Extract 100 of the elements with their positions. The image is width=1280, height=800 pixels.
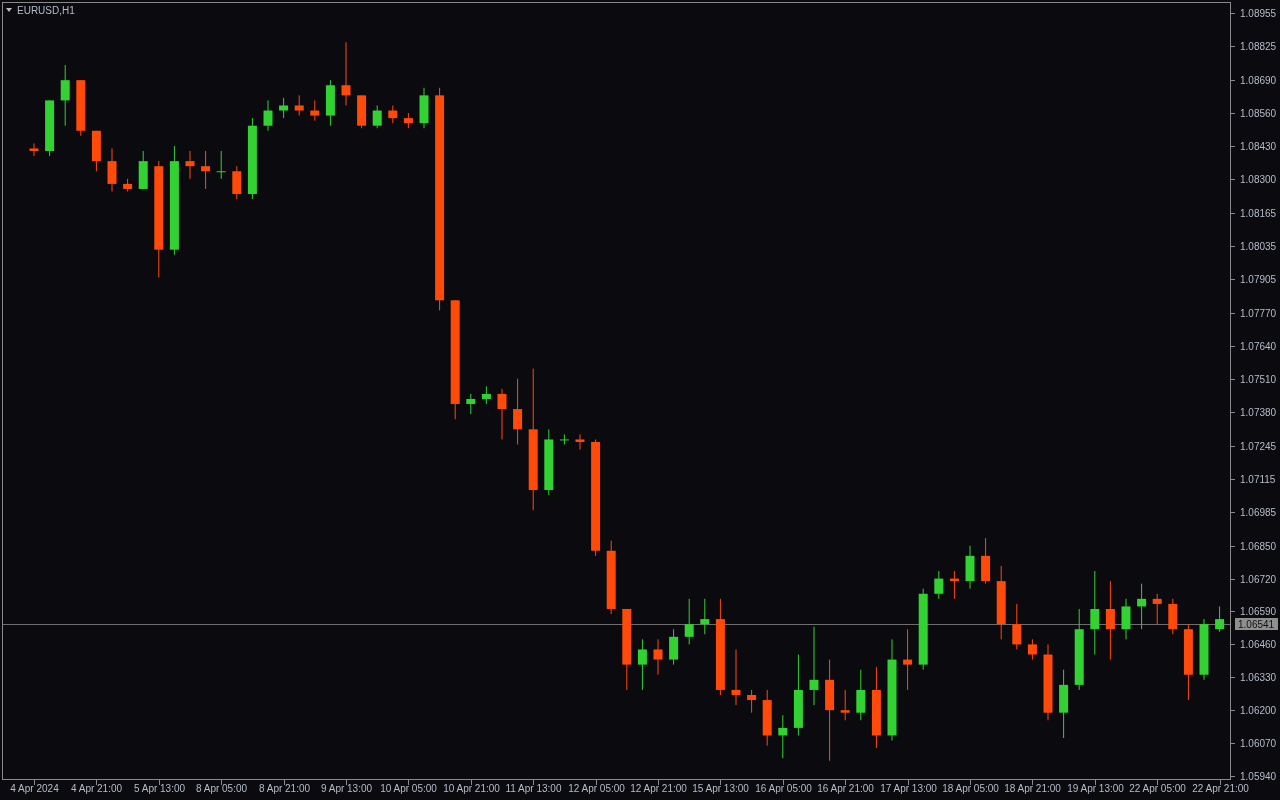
bullish-candlestick [216, 150, 226, 180]
bullish-candlestick [1199, 618, 1209, 681]
time-axis-label: 22 Apr 05:00 [1129, 783, 1186, 794]
bearish-candlestick [357, 94, 367, 129]
bearish-candlestick [341, 41, 351, 106]
current-price-label: 1.06541 [1238, 618, 1275, 630]
time-axis-label: 12 Apr 21:00 [630, 783, 687, 794]
bearish-candlestick [201, 150, 211, 190]
caret-icon[interactable] [6, 8, 12, 12]
bullish-candlestick [481, 385, 491, 405]
bullish-candlestick [700, 598, 710, 635]
time-axis-label: 10 Apr 05:00 [380, 783, 437, 794]
bullish-candlestick [60, 64, 70, 127]
time-axis-label: 19 Apr 13:00 [1067, 783, 1124, 794]
bearish-candlestick [653, 638, 663, 676]
bearish-candlestick [294, 94, 304, 117]
bearish-candlestick [731, 648, 741, 706]
bearish-candlestick [107, 148, 117, 192]
chart-symbol-title: EURUSD,H1 [17, 5, 75, 16]
bullish-candlestick [372, 104, 382, 129]
bearish-candlestick [403, 112, 413, 129]
time-axis-label: 11 Apr 13:00 [505, 783, 562, 794]
price-axis-label: 1.08165 [1240, 208, 1277, 219]
bearish-candlestick [1152, 593, 1162, 625]
price-axis-label: 1.07905 [1240, 274, 1277, 285]
price-axis-label: 1.06460 [1240, 639, 1277, 650]
bearish-candlestick [1027, 638, 1037, 661]
bullish-candlestick [1215, 605, 1225, 633]
time-axis-label: 12 Apr 05:00 [568, 783, 625, 794]
price-axis-label: 1.07380 [1240, 407, 1277, 418]
bearish-candlestick [1012, 603, 1022, 650]
bullish-candlestick [279, 97, 289, 119]
bearish-candlestick [497, 388, 507, 440]
bullish-candlestick [1121, 598, 1131, 640]
price-axis-label: 1.06985 [1240, 507, 1277, 518]
bearish-candlestick [575, 433, 585, 451]
bearish-candlestick [762, 689, 772, 747]
time-axis-label: 4 Apr 2024 [10, 783, 59, 794]
bearish-candlestick [388, 104, 398, 124]
price-axis-label: 1.08955 [1240, 8, 1277, 19]
bearish-candlestick [91, 130, 101, 172]
bearish-candlestick [185, 150, 195, 180]
bullish-candlestick [138, 150, 148, 190]
price-axis-label: 1.08560 [1240, 108, 1277, 119]
time-axis-label: 16 Apr 05:00 [755, 783, 812, 794]
bullish-candlestick [684, 598, 694, 645]
bearish-candlestick [513, 378, 523, 445]
time-axis-label: 5 Apr 13:00 [133, 783, 186, 794]
price-axis-label: 1.07115 [1240, 474, 1276, 485]
price-axis-label: 1.06330 [1240, 672, 1277, 683]
bearish-candlestick [29, 142, 39, 157]
bullish-candlestick [325, 79, 335, 127]
bullish-candlestick [637, 638, 647, 691]
time-axis-label: 22 Apr 21:00 [1192, 783, 1249, 794]
time-axis-label: 8 Apr 05:00 [195, 783, 248, 794]
bearish-candlestick [76, 79, 86, 137]
bullish-candlestick [544, 428, 554, 496]
price-axis-label: 1.06590 [1240, 606, 1277, 617]
bullish-candlestick [778, 714, 788, 759]
bullish-candlestick [559, 433, 569, 445]
price-axis-label: 1.06850 [1240, 541, 1277, 552]
time-axis-label: 18 Apr 21:00 [1004, 783, 1061, 794]
bullish-candlestick [1137, 583, 1147, 630]
bearish-candlestick [1168, 598, 1178, 635]
price-axis-label: 1.08690 [1240, 75, 1277, 86]
price-axis-label: 1.06720 [1240, 574, 1277, 585]
bullish-candlestick [466, 393, 476, 415]
bearish-candlestick [123, 178, 133, 192]
bearish-candlestick [949, 570, 959, 600]
bullish-candlestick [669, 628, 679, 666]
price-axis-label: 1.08430 [1240, 141, 1277, 152]
time-axis-label: 18 Apr 05:00 [942, 783, 999, 794]
time-axis-label: 4 Apr 21:00 [70, 783, 123, 794]
price-axis-label: 1.07245 [1240, 441, 1277, 452]
time-axis-label: 9 Apr 13:00 [320, 783, 373, 794]
bearish-candlestick [310, 99, 320, 122]
bullish-candlestick [965, 545, 975, 590]
bearish-candlestick [232, 165, 242, 200]
price-axis-label: 1.07640 [1240, 341, 1277, 352]
bullish-candlestick [856, 669, 866, 721]
time-axis-label: 17 Apr 13:00 [880, 783, 937, 794]
price-axis-label: 1.08035 [1240, 241, 1277, 252]
price-axis-label: 1.06070 [1240, 738, 1277, 749]
bullish-candlestick [45, 99, 55, 157]
price-axis-label: 1.07770 [1240, 308, 1277, 319]
bearish-candlestick [903, 628, 913, 691]
bullish-candlestick [419, 87, 429, 129]
price-axis-label: 1.07510 [1240, 374, 1277, 385]
bullish-candlestick [263, 99, 273, 132]
time-axis-label: 16 Apr 21:00 [817, 783, 874, 794]
bullish-candlestick [1059, 669, 1069, 739]
price-axis-label: 1.08300 [1240, 174, 1277, 185]
price-axis-label: 1.05940 [1240, 771, 1277, 782]
bearish-candlestick [840, 689, 850, 721]
bullish-candlestick [934, 570, 944, 600]
time-axis-label: 10 Apr 21:00 [443, 783, 500, 794]
time-axis-label: 15 Apr 13:00 [692, 783, 749, 794]
price-axis-label: 1.08825 [1240, 41, 1277, 52]
time-axis-label: 8 Apr 21:00 [258, 783, 311, 794]
price-axis-label: 1.06200 [1240, 705, 1277, 716]
